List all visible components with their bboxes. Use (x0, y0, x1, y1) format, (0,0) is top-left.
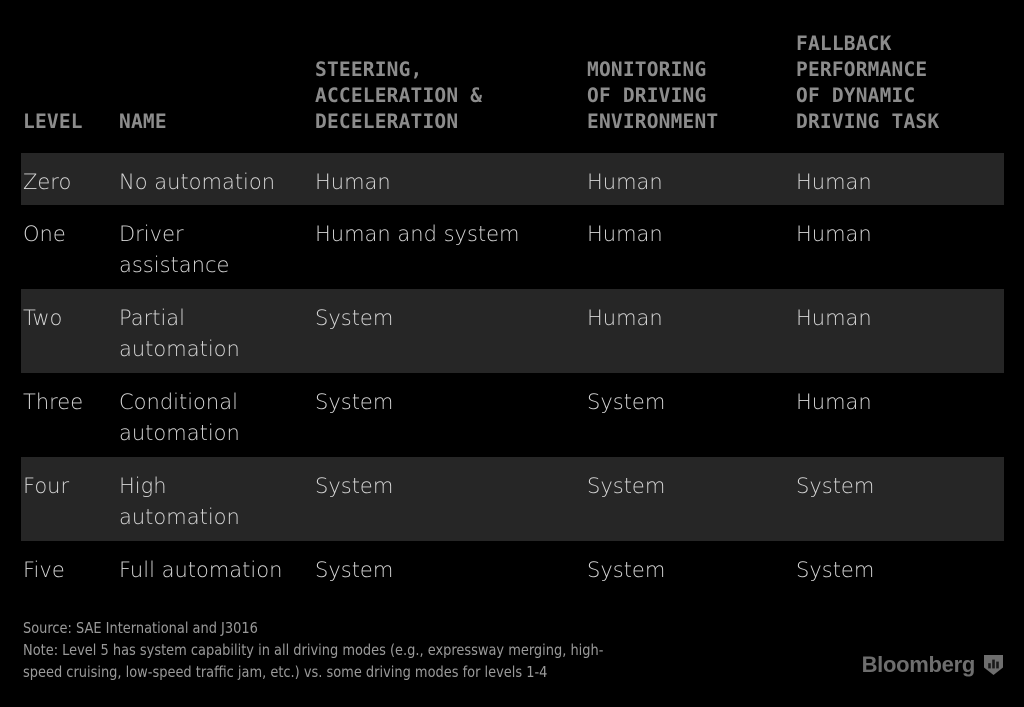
cell-level: Five (23, 558, 65, 582)
column-header-fallback-performance-of-dynamic-driving-task: FALLBACK PERFORMANCE OF DYNAMIC DRIVING … (796, 32, 940, 133)
column-header-monitoring-of-driving-environment: MONITORING OF DRIVING ENVIRONMENT (587, 58, 719, 133)
cell-level: Two (23, 306, 63, 330)
cell-steering: System (315, 306, 394, 330)
table-body: Zero No automation Human Human Human One… (0, 153, 1024, 593)
cell-steering: System (315, 390, 394, 414)
cell-steering: System (315, 474, 394, 498)
cell-fallback: System (796, 558, 875, 582)
cell-name: Driver assistance (119, 222, 230, 277)
bloomberg-shield-bars-icon (983, 654, 1004, 676)
cell-name: Full automation (119, 558, 283, 582)
cell-level: Three (23, 390, 84, 414)
cell-level: One (23, 222, 66, 246)
cell-steering: System (315, 558, 394, 582)
bloomberg-logo: Bloomberg (862, 652, 1004, 678)
cell-fallback: Human (796, 390, 872, 414)
cell-steering: Human (315, 170, 391, 194)
cell-monitoring: System (587, 474, 666, 498)
column-header-name: NAME (119, 110, 167, 133)
methodology-note: Note: Level 5 has system capability in a… (23, 641, 604, 681)
cell-fallback: System (796, 474, 875, 498)
cell-level: Zero (23, 170, 72, 194)
table-row: One Driver assistance Human and system H… (0, 205, 1024, 289)
cell-fallback: Human (796, 222, 872, 246)
cell-name: No automation (119, 170, 276, 194)
cell-monitoring: Human (587, 222, 663, 246)
cell-monitoring: Human (587, 170, 663, 194)
column-header-steering-acceleration-deceleration: STEERING, ACCELERATION & DECELERATION (315, 58, 483, 133)
table-row: Zero No automation Human Human Human (0, 153, 1024, 205)
cell-name: Conditional automation (119, 390, 240, 445)
source-note: Source: SAE International and J3016 (23, 619, 258, 637)
table-row: Two Partial automation System Human Huma… (0, 289, 1024, 373)
automation-levels-table-graphic: LEVEL NAME STEERING, ACCELERATION & DECE… (0, 0, 1024, 707)
cell-name: Partial automation (119, 306, 240, 361)
table-header-row: LEVEL NAME STEERING, ACCELERATION & DECE… (0, 0, 1024, 153)
footnotes: Source: SAE International and J3016 Note… (23, 617, 853, 683)
table-row: Five Full automation System System Syste… (0, 541, 1024, 593)
cell-name: High automation (119, 474, 240, 529)
cell-monitoring: Human (587, 306, 663, 330)
cell-steering: Human and system (315, 222, 520, 246)
brand-wordmark: Bloomberg (861, 652, 976, 677)
cell-monitoring: System (587, 390, 666, 414)
cell-level: Four (23, 474, 70, 498)
table-row: Three Conditional automation System Syst… (0, 373, 1024, 457)
cell-fallback: Human (796, 306, 872, 330)
column-header-level: LEVEL (23, 110, 83, 133)
cell-fallback: Human (796, 170, 872, 194)
table-row: Four High automation System System Syste… (0, 457, 1024, 541)
cell-monitoring: System (587, 558, 666, 582)
